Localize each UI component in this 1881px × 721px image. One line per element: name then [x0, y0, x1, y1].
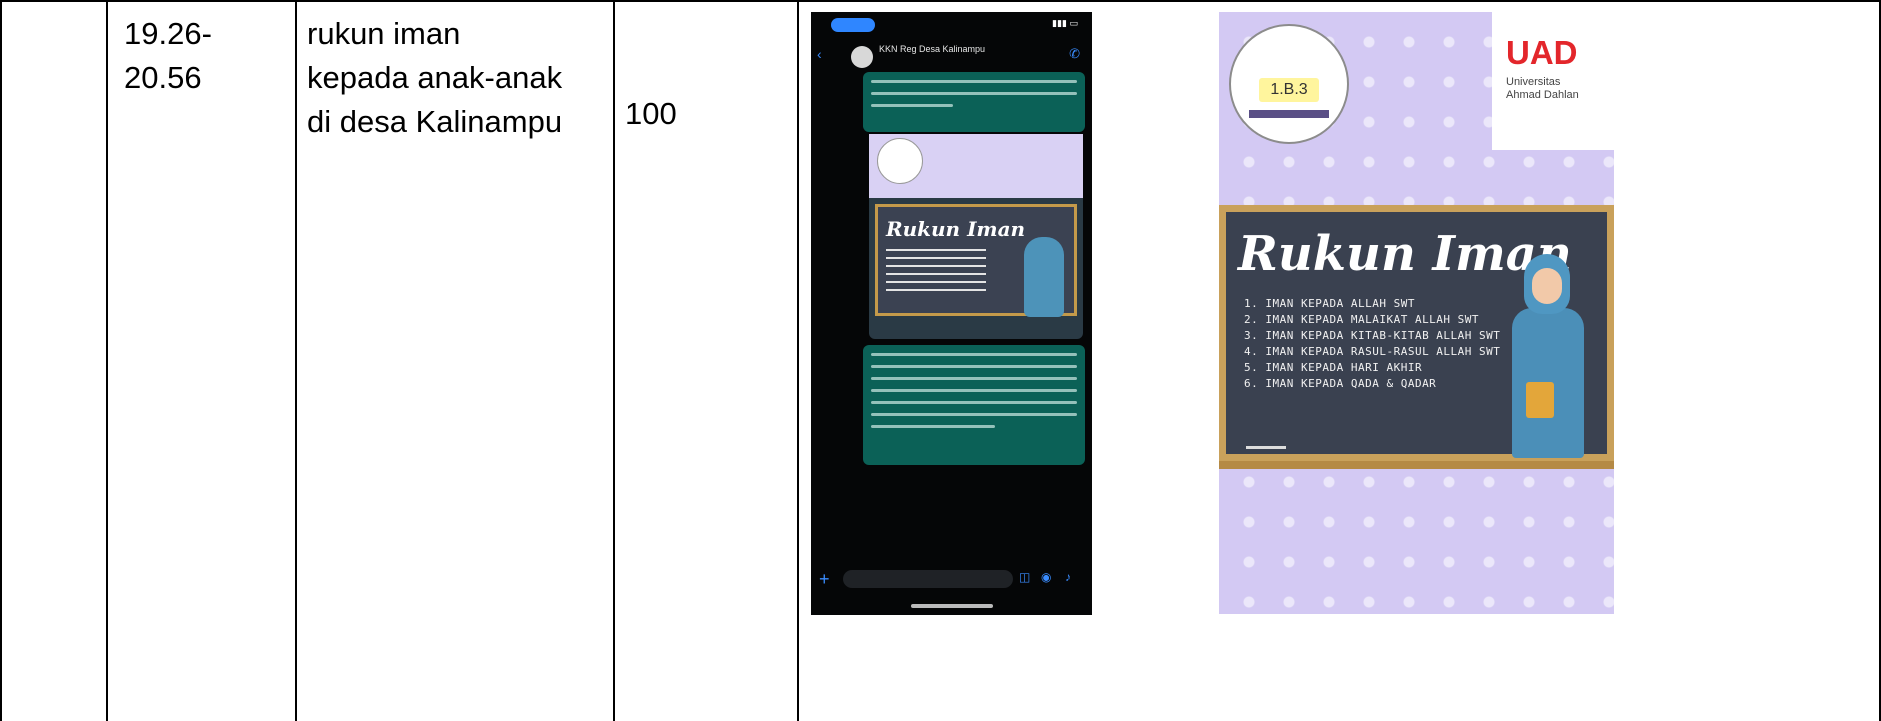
signal-battery-icon: ▮▮▮ ▭ [1052, 18, 1078, 28]
chalk-ledge [1219, 461, 1614, 469]
sticker-icon: ◫ [1019, 570, 1031, 584]
message-composer: + ◫ ◉ ♪ [819, 568, 1084, 590]
table-border-2 [295, 0, 297, 721]
time-range-cell: 19.26- 20.56 [124, 16, 212, 95]
pillar-item: 2. IMAN KEPADA MALAIKAT ALLAH SWT [1244, 313, 1480, 326]
home-indicator [911, 604, 993, 608]
group-name: KKN Reg Desa Kalinampu [879, 44, 986, 54]
mini-board-title: Rukun Iman [886, 217, 1026, 241]
pillar-item: 3. IMAN KEPADA KITAB-KITAB ALLAH SWT [1244, 329, 1501, 342]
chat-header: ‹ KKN Reg Desa Kalinampu ✆ [811, 40, 1092, 74]
group-avatar [851, 46, 873, 68]
chalk-mark [1246, 446, 1286, 449]
badge-ribbon [1249, 110, 1329, 118]
badge-code: 1.B.3 [1259, 78, 1319, 102]
pillars-list: 1. IMAN KEPADA ALLAH SWT 2. IMAN KEPADA … [1244, 296, 1500, 392]
call-icon: ✆ [1069, 46, 1080, 61]
mini-badge [877, 138, 923, 184]
pillar-item: 5. IMAN KEPADA HARI AKHIR [1244, 361, 1423, 374]
chalkboard: Rukun Iman 1. IMAN KEPADA ALLAH SWT 2. I… [1219, 205, 1614, 461]
message-bubble-top [863, 72, 1085, 132]
plus-icon: + [819, 569, 830, 589]
table-border-top [0, 0, 1881, 2]
percentage-cell: 100 [625, 96, 677, 131]
mini-teacher-figure [1024, 237, 1064, 317]
rukun-iman-poster: 1.B.3 UAD Universitas Ahmad Dahlan Rukun… [1219, 12, 1614, 614]
image-message: Rukun Iman [869, 134, 1083, 339]
mini-poster-header [869, 134, 1083, 198]
message-bubble-text [863, 345, 1085, 465]
board-title: Rukun Iman [1238, 226, 1572, 282]
message-input [843, 570, 1013, 588]
table-border-1 [106, 0, 108, 721]
uad-logo: UAD Universitas Ahmad Dahlan [1492, 12, 1614, 150]
back-icon: ‹ [817, 46, 822, 62]
activity-cell: rukun iman kepada anak-anak di desa Kali… [307, 16, 563, 139]
mini-chalkboard: Rukun Iman [875, 204, 1077, 317]
teacher-face [1532, 268, 1562, 304]
book-icon [1526, 382, 1554, 418]
camera-icon: ◉ [1041, 570, 1052, 584]
uad-logo-subtitle: Universitas Ahmad Dahlan [1506, 76, 1579, 101]
status-time-pill [831, 18, 875, 32]
pillar-item: 1. IMAN KEPADA ALLAH SWT [1244, 297, 1415, 310]
uad-logo-title: UAD [1506, 34, 1578, 71]
whatsapp-screenshot: ▮▮▮ ▭ ‹ KKN Reg Desa Kalinampu ✆ Rukun I… [811, 12, 1092, 615]
kkn-badge: 1.B.3 [1229, 24, 1349, 144]
pillar-item: 6. IMAN KEPADA QADA & QADAR [1244, 377, 1437, 390]
mic-icon: ♪ [1065, 570, 1071, 584]
table-border-left [0, 0, 2, 721]
table-border-4 [797, 0, 799, 721]
pillar-item: 4. IMAN KEPADA RASUL-RASUL ALLAH SWT [1244, 345, 1501, 358]
table-border-3 [613, 0, 615, 721]
